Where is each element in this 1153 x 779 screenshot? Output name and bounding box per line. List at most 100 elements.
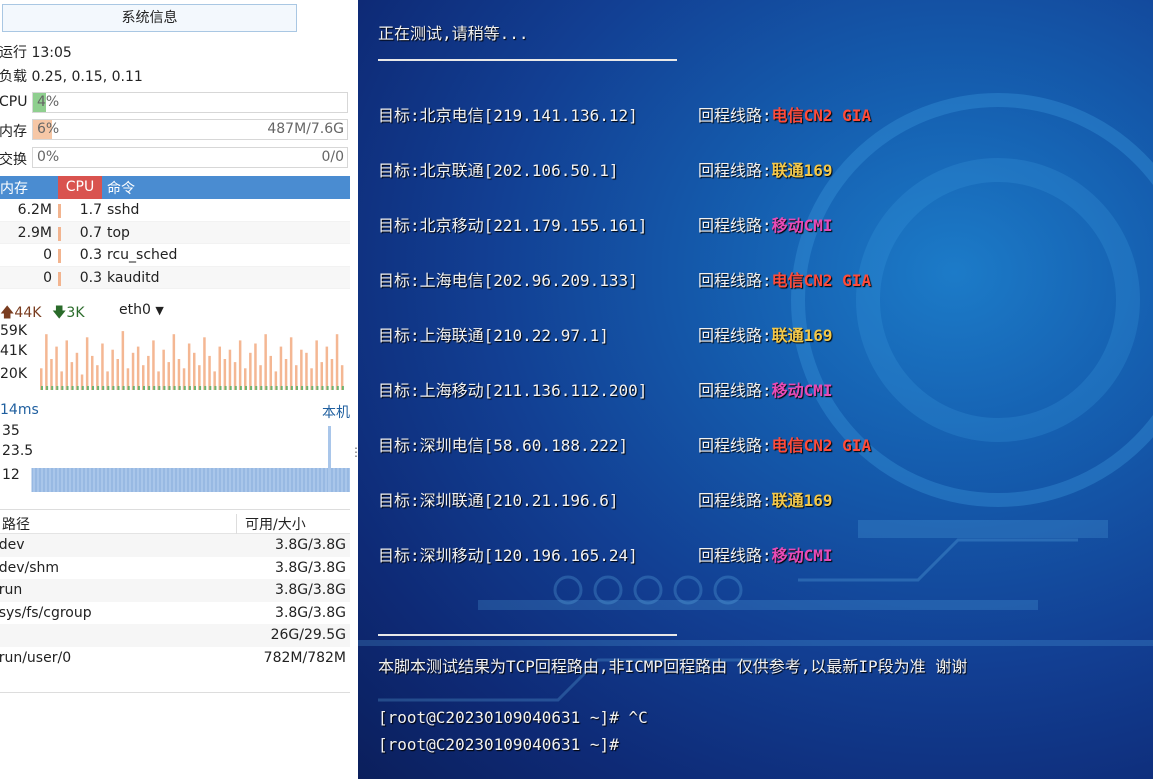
ping-axis-label: 23.5 — [2, 443, 33, 459]
route-value: 电信CN2 GIA — [771, 106, 872, 125]
filesystem-row[interactable]: /sys/fs/cgroup 3.8G/3.8G — [0, 602, 350, 625]
upload-bar — [254, 343, 257, 390]
filesystem-avail: 3.8G/3.8G — [275, 582, 346, 598]
filesystem-avail: 26G/29.5G — [270, 627, 346, 643]
process-table: 内存 CPU 命令 6.2M 1.7 sshd 2.9M 0.7 top 0 0.3 rcu_s… — [0, 176, 350, 289]
upload-bar — [85, 337, 89, 390]
mem-detail: 487M/7.6G — [267, 121, 344, 137]
route-value: 移动CMI — [771, 381, 833, 400]
upload-bar — [147, 355, 150, 390]
route-result: 回程线路:移动CMI — [698, 212, 833, 236]
net-axis-label: 59K — [0, 323, 28, 339]
upload-bar — [167, 362, 170, 390]
upload-bar — [315, 340, 318, 390]
network-summary: 🡅44K 🡇3K eth0 ▼ — [0, 301, 350, 321]
route-value: 电信CN2 GIA — [771, 271, 872, 290]
download-bar — [285, 386, 288, 390]
resize-grip-icon[interactable]: ⋮ — [350, 445, 358, 459]
filesystem-avail: 3.8G/3.8G — [275, 559, 346, 576]
route-target: 目标:深圳移动[120.196.165.24] — [378, 546, 638, 565]
ping-latency-chart: 35 23.5 12 ⋮ — [2, 423, 358, 492]
waiting-message: 正在测试,请稍等... — [378, 24, 529, 43]
route-label: 回程线路: — [698, 546, 772, 565]
filesystem-path: /dev/shm — [0, 559, 60, 576]
route-label: 回程线路: — [698, 381, 772, 400]
route-target: 目标:上海联通[210.22.97.1] — [378, 326, 609, 345]
route-target: 目标:北京电信[219.141.136.12] — [378, 106, 638, 125]
upload-bar — [136, 346, 140, 390]
download-bar — [51, 386, 54, 390]
download-bar — [76, 386, 79, 390]
filesystem-row[interactable]: /dev 3.8G/3.8G — [0, 534, 350, 557]
process-row[interactable]: 0 0.3 kauditd — [0, 266, 350, 289]
upload-bar — [45, 334, 48, 390]
ping-latency: 14ms — [0, 402, 39, 418]
filesystem-row[interactable]: /26G/29.5G — [0, 624, 350, 647]
upload-bar — [152, 340, 155, 390]
col-header-cmd[interactable]: 命令 — [107, 178, 135, 198]
filesystem-row[interactable]: /run/user/0 782M/782M — [0, 647, 350, 670]
route-value: 移动CMI — [771, 546, 833, 565]
col-header-cpu[interactable]: CPU — [58, 176, 102, 199]
process-cmd: rcu_sched — [107, 247, 178, 263]
shell-prompt-2[interactable]: [root@C20230109040631 ~]# — [378, 735, 619, 754]
download-bar — [270, 386, 273, 390]
download-bar — [296, 386, 298, 390]
route-result: 回程线路:移动CMI — [698, 377, 833, 401]
upload-bar — [70, 362, 74, 390]
download-bar — [112, 386, 115, 390]
upload-bar — [228, 349, 232, 390]
download-bar — [204, 386, 207, 390]
disclaimer-note: 本脚本测试结果为TCP回程路由,非ICMP回程路由 仅供参考,以最新IP段为准 … — [378, 657, 968, 676]
process-cpu: 0.7 — [58, 225, 102, 241]
route-target: 目标:北京联通[202.106.50.1] — [378, 161, 619, 180]
download-bar — [219, 386, 222, 390]
terminal-window[interactable]: 正在测试,请稍等... 目标:北京电信[219.141.136.12] 回程线路:… — [358, 0, 1153, 779]
upload-bar — [203, 337, 206, 390]
download-bar — [265, 386, 268, 390]
col-header-avail[interactable]: 可用/大小 — [236, 514, 306, 534]
swap-meter: 交换 0% 0/0 — [0, 147, 349, 169]
route-result: 回程线路:联通169 — [698, 157, 833, 181]
mem-meter: 内存 6% 487M/7.6G — [0, 119, 349, 141]
download-bar — [209, 386, 212, 390]
col-header-mem[interactable]: 内存 — [0, 178, 28, 198]
process-cpu: 0.3 — [58, 247, 102, 263]
download-bar — [275, 386, 278, 390]
process-mem: 0 — [43, 247, 52, 263]
upload-bar — [289, 337, 293, 390]
download-bar — [321, 386, 324, 390]
upload-bar — [55, 346, 58, 390]
download-bar — [245, 386, 247, 390]
download-bar — [341, 386, 344, 390]
route-target: 目标:上海电信[202.96.209.133] — [378, 271, 638, 290]
process-row[interactable]: 0 0.3 rcu_sched — [0, 244, 350, 267]
download-bar — [61, 386, 64, 390]
filesystem-row[interactable]: /dev/shm 3.8G/3.8G — [0, 557, 350, 580]
upload-bar — [223, 359, 227, 390]
download-bar — [311, 386, 314, 390]
process-mem: 0 — [43, 269, 52, 286]
process-row[interactable]: 6.2M 1.7 sshd — [0, 199, 350, 222]
download-bar — [117, 386, 120, 390]
ping-target[interactable]: 本机 — [322, 402, 350, 422]
upload-bar — [238, 340, 242, 390]
download-bar — [102, 386, 105, 390]
route-target: 目标:深圳联通[210.21.196.6] — [378, 491, 619, 510]
download-bar — [178, 386, 181, 390]
system-info-button[interactable]: 系统信息 — [2, 4, 297, 32]
filesystem-row[interactable]: /run 3.8G/3.8G — [0, 579, 350, 602]
col-header-path[interactable]: 路径 — [2, 514, 30, 534]
route-result: 回程线路:电信CN2 GIA — [698, 432, 871, 456]
download-bar — [122, 386, 125, 390]
load-text: 负载 0.25, 0.15, 0.11 — [0, 69, 143, 85]
download-bar — [306, 386, 309, 390]
download-bar — [132, 386, 135, 390]
process-row[interactable]: 2.9M 0.7 top — [0, 221, 350, 244]
system-info-panel: 系统信息 运行 13:05 负载 0.25, 0.15, 0.11 CPU 4%… — [0, 0, 358, 779]
download-bar — [137, 386, 140, 390]
interface-dropdown[interactable]: eth0 ▼ — [119, 302, 164, 318]
download-bar — [280, 386, 283, 390]
process-cpu-bar — [58, 204, 61, 218]
upload-bar — [91, 355, 94, 390]
